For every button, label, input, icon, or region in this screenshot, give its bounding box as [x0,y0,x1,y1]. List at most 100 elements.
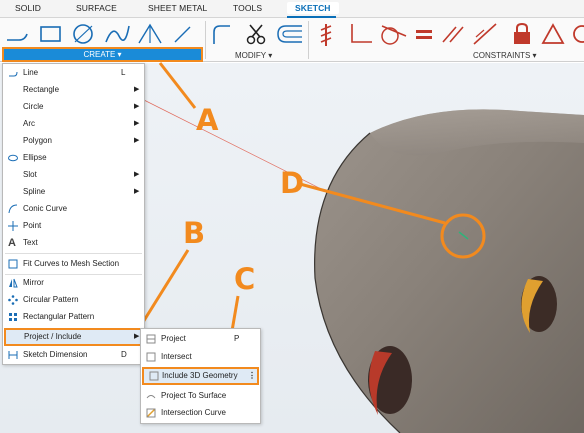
more-options-icon[interactable]: ⋮ [248,369,256,383]
menu-item-sketch-dimension[interactable]: Sketch Dimension D [3,347,146,363]
collinear-icon[interactable] [472,22,498,46]
dimension-icon [8,351,18,359]
project-surface-icon [146,395,156,399]
cylinder-body[interactable] [314,109,584,433]
menu-item-rectangle[interactable]: Rectangle ▶ [3,82,146,98]
submenu-arrow-icon: ▶ [134,120,140,127]
tangent-icon[interactable] [378,22,408,46]
ellipse-icon [8,154,18,162]
menu-label: Project [161,334,186,343]
intersection-curve-icon [146,408,156,418]
fix-icon[interactable] [315,22,337,48]
toolbar-divider [205,21,206,59]
line-icon[interactable] [5,22,33,46]
tab-tools[interactable]: TOOLS [233,3,262,13]
submenu-arrow-icon: ▶ [134,188,140,195]
menu-label: Sketch Dimension [23,350,88,359]
construction-line-icon[interactable] [172,22,200,46]
conic-curve-icon [8,204,18,214]
tab-solid[interactable]: SOLID [15,3,41,13]
line-icon [9,71,18,77]
tab-surface[interactable]: SURFACE [76,3,117,13]
menu-label: Point [23,221,42,230]
project-include-submenu: Project P Intersect Include 3D Geometry … [140,328,261,424]
menu-item-circular-pattern[interactable]: Circular Pattern [3,292,146,308]
create-menu: Line L Rectangle ▶ Circle ▶ Arc ▶ Polygo… [2,63,145,365]
callout-d: D [280,166,305,200]
menu-label: Circular Pattern [23,295,79,304]
menu-label: Ellipse [23,153,47,162]
fusion-window: SOLID SURFACE SHEET METAL TOOLS SKETCH M… [0,0,584,433]
menu-item-mirror[interactable]: Mirror [3,275,146,291]
include-3d-icon [149,371,159,381]
fillet-icon[interactable] [210,22,232,46]
menu-label: Intersect [161,352,192,361]
submenu-arrow-icon: ▶ [134,171,140,178]
submenu-arrow-icon: ▶ [134,333,140,340]
coincident-icon[interactable] [570,22,584,46]
offset-icon[interactable] [274,22,304,46]
mirror-icon [9,278,18,288]
submenu-arrow-icon: ▶ [134,86,140,93]
menu-label: Text [23,238,38,247]
callout-c: C [234,262,256,296]
menu-label: Line [23,68,39,77]
menu-label: Mirror [23,278,44,287]
spline-icon[interactable] [103,22,131,46]
tab-sketch[interactable]: SKETCH [287,2,339,14]
menu-item-intersect[interactable]: Intersect [141,349,262,365]
callout-b: B [183,216,206,250]
circular-pattern-icon [8,295,18,305]
menu-label: Rectangle [23,85,60,94]
menu-item-project-to-surface[interactable]: Project To Surface [141,388,262,404]
menu-item-slot[interactable]: Slot ▶ [3,167,146,183]
menu-item-project-include[interactable]: Project / Include ▶ [4,328,143,346]
menu-label: Slot [23,170,37,179]
menu-label: Include 3D Geometry [162,371,238,380]
menu-item-point[interactable]: Point [3,218,146,234]
circle-icon[interactable] [70,22,96,46]
menu-shortcut: D [121,350,127,359]
lock-icon[interactable] [511,22,533,46]
parallel-icon[interactable] [440,22,466,46]
menu-item-fit-curves[interactable]: Fit Curves to Mesh Section [3,256,146,272]
project-icon [146,334,156,344]
menu-item-include-3d-geometry[interactable]: Include 3D Geometry ⋮ [142,367,259,385]
menu-label: Rectangular Pattern [23,312,95,321]
menu-label: Intersection Curve [161,408,226,417]
text-icon: A [8,237,16,249]
submenu-arrow-icon: ▶ [134,103,140,110]
triangle-icon[interactable] [136,22,164,46]
menu-label: Spline [23,187,46,196]
menu-label: Circle [23,102,44,111]
menu-item-line[interactable]: Line L [3,65,146,81]
modify-group-label[interactable]: MODIFY ▾ [235,51,272,60]
menu-item-text[interactable]: A Text [3,235,146,251]
tab-sheet-metal[interactable]: SHEET METAL [148,3,207,13]
menu-shortcut: L [121,68,126,77]
menu-item-intersection-curve[interactable]: Intersection Curve [141,405,262,421]
menu-item-conic-curve[interactable]: Conic Curve [3,201,146,217]
triangle-constraint-icon[interactable] [541,22,565,46]
menu-item-rectangular-pattern[interactable]: Rectangular Pattern [3,309,146,325]
menu-item-polygon[interactable]: Polygon ▶ [3,133,146,149]
menu-item-spline[interactable]: Spline ▶ [3,184,146,200]
callout-a: A [196,103,219,137]
rectangular-pattern-icon [9,313,17,321]
toolbar-divider [308,21,309,59]
menu-label: Arc [23,119,35,128]
constraints-group-label[interactable]: CONSTRAINTS ▾ [473,51,537,60]
menu-item-circle[interactable]: Circle ▶ [3,99,146,115]
menu-item-project[interactable]: Project P [141,331,262,347]
ribbon-tabs: SOLID SURFACE SHEET METAL TOOLS SKETCH [0,0,584,18]
mesh-section-icon [8,259,18,269]
menu-shortcut: P [234,334,240,343]
equal-icon[interactable] [413,22,435,46]
menu-item-ellipse[interactable]: Ellipse [3,150,146,166]
perpendicular-icon[interactable] [348,22,374,46]
create-dropdown-button[interactable]: CREATE ▾ [2,47,203,62]
menu-item-arc[interactable]: Arc ▶ [3,116,146,132]
trim-scissors-icon[interactable] [244,22,268,46]
menu-label: Project To Surface [161,391,227,400]
rectangle-icon[interactable] [38,22,64,46]
